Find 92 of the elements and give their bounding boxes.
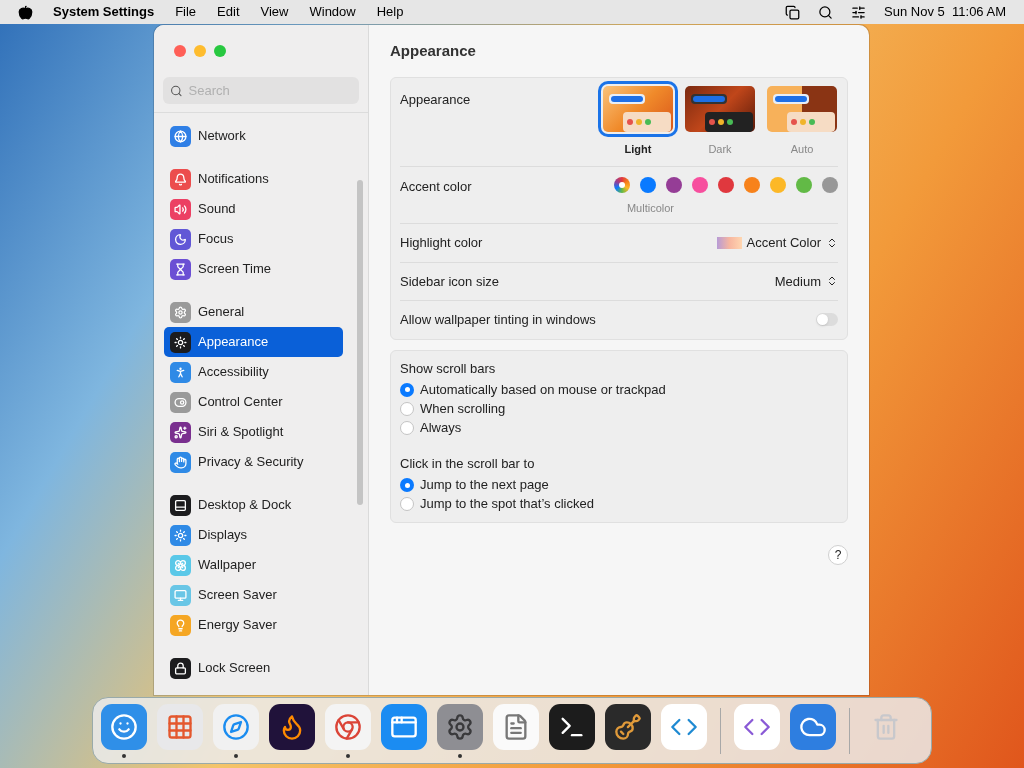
accent-swatch[interactable]: [744, 176, 760, 193]
lightbulb-icon: [170, 614, 191, 636]
sidebar-item[interactable]: Lock Screen: [164, 653, 343, 683]
guitar-icon[interactable]: [605, 703, 651, 750]
lock-icon: [170, 657, 191, 679]
sidebar-item[interactable]: Displays: [164, 520, 343, 550]
sidebar-item[interactable]: Notifications: [164, 164, 343, 194]
up-down-chevron-icon: [826, 236, 838, 249]
radio-button[interactable]: [400, 420, 414, 435]
network-globe-icon: [170, 125, 191, 147]
setting-label: Appearance: [400, 91, 471, 109]
toggle-switch[interactable]: [816, 313, 838, 327]
sun-icon: [170, 524, 191, 546]
accent-swatch[interactable]: [770, 176, 786, 193]
accent-swatch[interactable]: [692, 176, 708, 193]
accent-swatch[interactable]: [796, 176, 812, 193]
page-title: Appearance: [390, 40, 477, 61]
highlight-color-select[interactable]: Accent Color: [716, 233, 838, 253]
moon-icon: [170, 228, 191, 250]
radio-option[interactable]: Jump to the next page: [400, 475, 838, 495]
dock-icon: [170, 494, 191, 516]
accent-swatch[interactable]: [666, 176, 682, 193]
menu-clock: Sun Nov 5 11:06 AM: [884, 3, 1006, 22]
sidebar-item[interactable]: Appearance: [164, 327, 343, 357]
sidebar-item[interactable]: Network: [164, 121, 343, 151]
scrollbar[interactable]: [357, 180, 363, 505]
code-editor-icon[interactable]: [734, 703, 780, 750]
compass-icon[interactable]: [213, 703, 259, 750]
menu-item[interactable]: Help: [376, 2, 404, 22]
menu-app-name[interactable]: System Settings: [53, 2, 155, 22]
help-button[interactable]: ?: [828, 544, 848, 565]
finder-face-icon[interactable]: [101, 703, 147, 750]
gear-icon[interactable]: [437, 703, 483, 750]
setting-label: Accent color: [400, 177, 472, 196]
toggles-icon: [170, 391, 191, 413]
code-editor-icon[interactable]: [661, 703, 707, 750]
accent-swatch[interactable]: [718, 176, 734, 193]
appearance-option[interactable]: Light: [602, 84, 674, 158]
browser-logo-icon[interactable]: [325, 703, 371, 750]
sidebar-item[interactable]: Accessibility: [164, 357, 343, 387]
terminal-icon[interactable]: [549, 703, 595, 750]
up-down-chevron-icon: [826, 275, 838, 288]
sidebar-item[interactable]: General: [164, 297, 343, 327]
radio-option[interactable]: Jump to the spot that’s clicked: [400, 494, 838, 514]
app-grid-icon[interactable]: [157, 703, 203, 750]
radio-button[interactable]: [400, 382, 414, 397]
accent-swatch[interactable]: [614, 176, 630, 193]
setting-label: Allow wallpaper tinting in windows: [400, 311, 596, 329]
sidebar-item[interactable]: Control Center: [164, 387, 343, 417]
sidebar-item[interactable]: Screen Saver: [164, 580, 343, 610]
monitor-icon: [170, 584, 191, 606]
radio-option[interactable]: Automatically based on mouse or trackpad: [400, 380, 838, 399]
menu-item[interactable]: View: [260, 2, 289, 22]
sidebar-item[interactable]: Desktop & Dock: [164, 490, 343, 520]
group-label: Show scroll bars: [400, 359, 497, 378]
radio-option[interactable]: When scrolling: [400, 399, 838, 418]
sidebar-item[interactable]: Privacy & Security: [164, 447, 343, 477]
gear-icon: [170, 301, 191, 323]
sidebar-item[interactable]: Sound: [164, 194, 343, 224]
hand-icon: [170, 451, 191, 473]
sidebar-item[interactable]: Focus: [164, 224, 343, 254]
control-center-icon[interactable]: [851, 4, 867, 20]
radio-button[interactable]: [400, 478, 414, 492]
accent-swatch[interactable]: [640, 176, 656, 193]
accent-swatch[interactable]: [822, 176, 838, 193]
menu-item[interactable]: Edit: [217, 2, 240, 22]
accent-caption: Multicolor: [626, 200, 674, 216]
menu-item[interactable]: Window: [309, 2, 356, 22]
sidebar-item[interactable]: Siri & Spotlight: [164, 417, 343, 447]
search-icon[interactable]: [818, 4, 834, 20]
sidebar-item[interactable]: Energy Saver: [164, 610, 343, 640]
flower-icon: [170, 554, 191, 576]
search-icon: [170, 83, 183, 98]
siri-orb-icon: [170, 421, 191, 443]
close-window-button[interactable]: [174, 45, 186, 57]
setting-label: Highlight color: [400, 234, 483, 252]
zoom-window-button[interactable]: [214, 45, 226, 57]
sidebar-item[interactable]: Screen Time: [164, 254, 343, 284]
bell-icon: [170, 168, 191, 190]
group-label: Click in the scroll bar to: [400, 455, 536, 473]
windows-icon[interactable]: [785, 4, 801, 20]
hourglass-icon: [170, 258, 191, 280]
radio-option[interactable]: Always: [400, 418, 838, 437]
speaker-icon: [170, 198, 191, 220]
menu-item[interactable]: File: [175, 2, 197, 22]
sidebar-item[interactable]: Wallpaper: [164, 550, 343, 580]
setting-label: Sidebar icon size: [400, 272, 499, 291]
radio-button[interactable]: [400, 497, 414, 511]
radio-button[interactable]: [400, 401, 414, 416]
apple-logo-icon[interactable]: [18, 4, 33, 20]
icon-size-select[interactable]: Medium: [774, 271, 838, 291]
person-icon: [170, 361, 191, 383]
